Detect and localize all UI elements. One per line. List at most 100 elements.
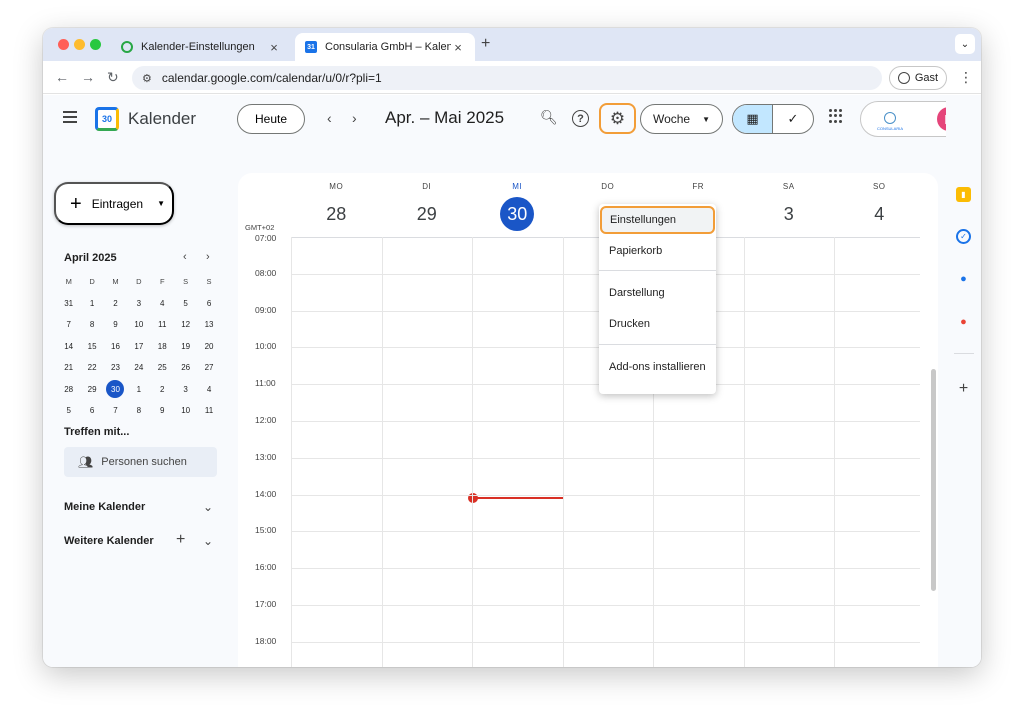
next-week-button[interactable]: › — [352, 110, 357, 126]
day-number[interactable]: 4 — [834, 197, 925, 231]
search-icon[interactable]: 🔍︎ — [540, 109, 558, 126]
tasks-view-icon[interactable]: ✓ — [773, 105, 813, 133]
minimize-window-button[interactable] — [74, 39, 85, 50]
mini-calendar-day[interactable]: 24 — [127, 357, 150, 379]
mini-calendar-day[interactable]: 8 — [80, 314, 103, 336]
mini-calendar-day[interactable]: 22 — [80, 357, 103, 379]
mini-calendar-next-button[interactable]: › — [206, 251, 210, 263]
mini-calendar-day[interactable]: 11 — [197, 400, 220, 422]
mini-calendar-day[interactable]: 23 — [104, 357, 127, 379]
guest-profile-button[interactable]: Gast — [889, 66, 947, 90]
mini-calendar-prev-button[interactable]: ‹ — [183, 251, 187, 263]
day-number[interactable]: 3 — [744, 197, 835, 231]
chevron-down-icon[interactable]: ⌄ — [203, 500, 213, 514]
mini-calendar-day[interactable]: 16 — [104, 336, 127, 358]
browser-tab-settings[interactable]: Kalender-Einstellungen × — [111, 33, 291, 61]
day-header[interactable]: SA 3 — [744, 173, 835, 231]
maps-icon[interactable]: ● — [956, 314, 971, 329]
add-addon-icon[interactable]: + — [956, 380, 971, 397]
contacts-icon[interactable]: ● — [956, 271, 971, 286]
people-search-input[interactable]: 👥︎ Personen suchen — [64, 447, 217, 477]
expand-panel-icon[interactable]: › — [956, 665, 971, 668]
tab-close-icon[interactable]: × — [451, 40, 465, 55]
mini-calendar-day[interactable]: 3 — [174, 379, 197, 401]
settings-menu-item[interactable]: Darstellung — [599, 279, 716, 307]
mini-calendar-day[interactable]: 5 — [57, 400, 80, 422]
chevron-down-icon[interactable]: ⌄ — [203, 534, 213, 548]
add-calendar-icon[interactable]: + — [176, 531, 185, 549]
mini-calendar-day[interactable]: 15 — [80, 336, 103, 358]
reload-button[interactable]: ↻ — [107, 69, 119, 86]
day-number[interactable]: 29 — [382, 197, 473, 231]
mini-calendar-day[interactable]: 28 — [57, 379, 80, 401]
day-number[interactable]: 28 — [291, 197, 382, 231]
mini-calendar-day[interactable]: 29 — [80, 379, 103, 401]
site-info-icon[interactable]: ⚙ — [142, 72, 152, 85]
mini-calendar-day[interactable]: 14 — [57, 336, 80, 358]
mini-calendar-day[interactable]: 12 — [174, 314, 197, 336]
mini-calendar-day[interactable]: 21 — [57, 357, 80, 379]
create-event-button[interactable]: + Eintragen ▼ — [54, 182, 174, 225]
mini-calendar-day[interactable]: 2 — [151, 379, 174, 401]
close-window-button[interactable] — [58, 39, 69, 50]
mini-calendar-day[interactable]: 1 — [80, 293, 103, 315]
view-selector-button[interactable]: Woche ▼ — [640, 104, 723, 134]
mini-calendar-day[interactable]: 25 — [151, 357, 174, 379]
mini-calendar-day[interactable]: 26 — [174, 357, 197, 379]
settings-gear-icon[interactable]: ⚙ — [599, 103, 636, 134]
other-calendars-header[interactable]: Weitere Kalender — [64, 535, 154, 547]
mini-calendar-day[interactable]: 8 — [127, 400, 150, 422]
day-header[interactable]: DI 29 — [382, 173, 473, 231]
mini-calendar-day[interactable]: 11 — [151, 314, 174, 336]
back-button[interactable]: ← — [55, 69, 69, 85]
mini-calendar-day[interactable]: 20 — [197, 336, 220, 358]
browser-menu-icon[interactable]: ⋮ — [959, 69, 973, 86]
help-icon[interactable]: ? — [572, 110, 589, 127]
mini-calendar-day[interactable]: 4 — [151, 293, 174, 315]
previous-week-button[interactable]: ‹ — [327, 110, 332, 126]
main-menu-icon[interactable] — [63, 111, 77, 123]
mini-calendar-day[interactable]: 6 — [197, 293, 220, 315]
browser-tab-calendar[interactable]: 31 Consularia GmbH – Kalender × — [295, 33, 475, 61]
address-bar[interactable]: ⚙ calendar.google.com/calendar/u/0/r?pli… — [132, 66, 882, 90]
settings-menu-item[interactable]: Papierkorb — [599, 237, 716, 265]
today-button[interactable]: Heute — [237, 104, 305, 134]
mini-calendar-day[interactable]: 4 — [197, 379, 220, 401]
tab-close-icon[interactable]: × — [267, 40, 281, 55]
google-apps-icon[interactable] — [829, 109, 843, 123]
mini-calendar-day[interactable]: 30 — [106, 380, 125, 399]
mini-calendar-day[interactable]: 9 — [104, 314, 127, 336]
mini-calendar-day[interactable]: 27 — [197, 357, 220, 379]
tasks-icon[interactable]: ✓ — [956, 229, 971, 244]
mini-calendar-day[interactable]: 3 — [127, 293, 150, 315]
settings-menu-item[interactable]: Einstellungen — [600, 206, 715, 234]
mini-calendar-day[interactable]: 6 — [80, 400, 103, 422]
settings-menu-item[interactable]: Drucken — [599, 310, 716, 338]
tab-search-button[interactable]: ⌄ — [955, 34, 975, 54]
mini-calendar-day[interactable]: 7 — [104, 400, 127, 422]
mini-calendar-day[interactable]: 2 — [104, 293, 127, 315]
maximize-window-button[interactable] — [90, 39, 101, 50]
day-header[interactable]: SO 4 — [834, 173, 925, 231]
grid-scrollbar[interactable] — [931, 369, 936, 591]
mini-calendar-day[interactable]: 10 — [174, 400, 197, 422]
mini-calendar-day[interactable]: 31 — [57, 293, 80, 315]
mini-calendar-day[interactable]: 19 — [174, 336, 197, 358]
keep-icon[interactable]: ▮ — [956, 187, 971, 202]
day-header[interactable]: MI 30 — [472, 173, 563, 231]
forward-button[interactable]: → — [81, 69, 95, 85]
new-tab-button[interactable]: + — [481, 35, 490, 53]
mini-calendar-day[interactable]: 7 — [57, 314, 80, 336]
mini-calendar-day[interactable]: 18 — [151, 336, 174, 358]
day-header[interactable]: MO 28 — [291, 173, 382, 231]
calendar-view-icon[interactable]: ▦ — [733, 105, 774, 133]
my-calendars-header[interactable]: Meine Kalender — [64, 501, 145, 513]
mini-calendar-day[interactable]: 10 — [127, 314, 150, 336]
day-number[interactable]: 30 — [500, 197, 535, 231]
mini-calendar-day[interactable]: 13 — [197, 314, 220, 336]
settings-menu-item[interactable]: Add-ons installieren — [599, 353, 716, 381]
mini-calendar-day[interactable]: 5 — [174, 293, 197, 315]
mini-calendar-day[interactable]: 17 — [127, 336, 150, 358]
mini-calendar-day[interactable]: 9 — [151, 400, 174, 422]
mini-calendar-day[interactable]: 1 — [127, 379, 150, 401]
